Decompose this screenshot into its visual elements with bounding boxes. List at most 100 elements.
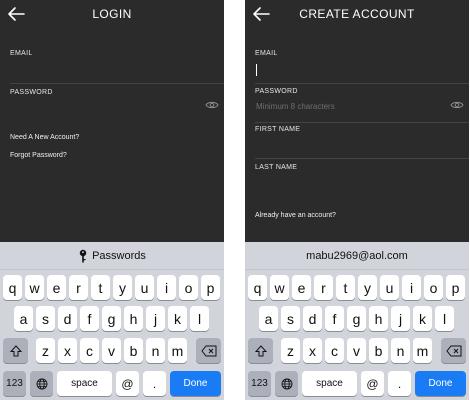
- numbers-key[interactable]: 123: [3, 371, 26, 396]
- delete-icon: [445, 345, 461, 356]
- suggestion-bar[interactable]: Passwords: [0, 242, 224, 270]
- email-field[interactable]: EMAIL: [0, 46, 224, 84]
- globe-key[interactable]: [30, 371, 53, 396]
- key-o[interactable]: o: [179, 275, 198, 300]
- eye-icon[interactable]: [450, 97, 464, 109]
- key-v[interactable]: v: [102, 338, 121, 363]
- field-divider: [10, 83, 224, 84]
- key-l[interactable]: l: [435, 306, 454, 331]
- key-r[interactable]: r: [314, 275, 333, 300]
- key-v[interactable]: v: [347, 338, 366, 363]
- have-account-link[interactable]: Already have an account?: [255, 212, 336, 219]
- numbers-key[interactable]: 123: [248, 371, 271, 396]
- key-a[interactable]: a: [14, 306, 33, 331]
- suggestion-bar[interactable]: mabu2969@aol.com: [245, 242, 469, 270]
- key-n[interactable]: n: [391, 338, 410, 363]
- delete-key[interactable]: [196, 338, 221, 363]
- key-c[interactable]: c: [80, 338, 99, 363]
- key-k[interactable]: k: [413, 306, 432, 331]
- shift-key[interactable]: [248, 338, 273, 363]
- eye-icon[interactable]: [205, 97, 219, 109]
- key-e[interactable]: e: [47, 275, 66, 300]
- key-o[interactable]: o: [424, 275, 443, 300]
- last-name-field[interactable]: LAST NAME: [245, 159, 469, 195]
- key-s[interactable]: s: [36, 306, 55, 331]
- forgot-password-link[interactable]: Forgot Password?: [10, 152, 67, 159]
- key-y[interactable]: y: [113, 275, 132, 300]
- suggestion-text: Passwords: [92, 249, 146, 262]
- password-label: PASSWORD: [10, 89, 53, 96]
- globe-key[interactable]: [275, 371, 298, 396]
- key-a[interactable]: a: [259, 306, 278, 331]
- key-u[interactable]: u: [135, 275, 154, 300]
- key-i[interactable]: i: [157, 275, 176, 300]
- key-i[interactable]: i: [402, 275, 421, 300]
- key-q[interactable]: q: [3, 275, 22, 300]
- key-d[interactable]: d: [58, 306, 77, 331]
- space-key[interactable]: space: [57, 371, 112, 396]
- text-cursor: [256, 64, 257, 76]
- key-z[interactable]: z: [281, 338, 300, 363]
- key-j[interactable]: j: [391, 306, 410, 331]
- shift-icon: [9, 344, 22, 356]
- key-t[interactable]: t: [336, 275, 355, 300]
- key-x[interactable]: x: [58, 338, 77, 363]
- done-key[interactable]: Done: [415, 371, 466, 396]
- email-field[interactable]: EMAIL: [245, 46, 469, 84]
- key-d[interactable]: d: [303, 306, 322, 331]
- dot-key[interactable]: .: [388, 371, 411, 396]
- key-b[interactable]: b: [124, 338, 143, 363]
- key-l[interactable]: l: [190, 306, 209, 331]
- keyboard: Passwords q w e r t y u i o p a s d f g …: [0, 242, 224, 400]
- key-z[interactable]: z: [36, 338, 55, 363]
- login-screen: LOGIN EMAIL PASSWORD Need A New Account?…: [0, 0, 224, 400]
- key-p[interactable]: p: [446, 275, 465, 300]
- key-t[interactable]: t: [91, 275, 110, 300]
- key-g[interactable]: g: [347, 306, 366, 331]
- page-title: CREATE ACCOUNT: [299, 7, 415, 21]
- key-w[interactable]: w: [270, 275, 289, 300]
- at-key[interactable]: @: [116, 371, 139, 396]
- key-n[interactable]: n: [146, 338, 165, 363]
- create-account-header: CREATE ACCOUNT: [245, 0, 469, 30]
- last-name-label: LAST NAME: [255, 164, 298, 171]
- key-e[interactable]: e: [292, 275, 311, 300]
- suggestion-text: mabu2969@aol.com: [306, 249, 408, 262]
- key-f[interactable]: f: [325, 306, 344, 331]
- field-divider: [255, 83, 469, 84]
- email-label: EMAIL: [10, 50, 33, 57]
- dot-key[interactable]: .: [143, 371, 166, 396]
- key-f[interactable]: f: [80, 306, 99, 331]
- key-h[interactable]: h: [124, 306, 143, 331]
- key-y[interactable]: y: [358, 275, 377, 300]
- key-r[interactable]: r: [69, 275, 88, 300]
- password-field[interactable]: PASSWORD: [0, 85, 224, 123]
- key-k[interactable]: k: [168, 306, 187, 331]
- at-key[interactable]: @: [361, 371, 384, 396]
- globe-icon: [281, 378, 292, 389]
- delete-icon: [200, 345, 216, 356]
- key-x[interactable]: x: [303, 338, 322, 363]
- key-c[interactable]: c: [325, 338, 344, 363]
- email-label: EMAIL: [255, 50, 278, 57]
- done-key[interactable]: Done: [170, 371, 221, 396]
- key-b[interactable]: b: [369, 338, 388, 363]
- key-g[interactable]: g: [102, 306, 121, 331]
- key-q[interactable]: q: [248, 275, 267, 300]
- key-u[interactable]: u: [380, 275, 399, 300]
- key-m[interactable]: m: [413, 338, 432, 363]
- globe-icon: [36, 378, 47, 389]
- password-placeholder: Minimum 8 characters: [256, 102, 335, 111]
- first-name-field[interactable]: FIRST NAME: [245, 123, 469, 159]
- key-w[interactable]: w: [25, 275, 44, 300]
- key-m[interactable]: m: [168, 338, 187, 363]
- key-p[interactable]: p: [201, 275, 220, 300]
- key-h[interactable]: h: [369, 306, 388, 331]
- key-s[interactable]: s: [281, 306, 300, 331]
- need-account-link[interactable]: Need A New Account?: [10, 134, 79, 141]
- password-field[interactable]: PASSWORD Minimum 8 characters: [245, 85, 469, 123]
- delete-key[interactable]: [441, 338, 466, 363]
- space-key[interactable]: space: [302, 371, 357, 396]
- key-j[interactable]: j: [146, 306, 165, 331]
- shift-key[interactable]: [3, 338, 28, 363]
